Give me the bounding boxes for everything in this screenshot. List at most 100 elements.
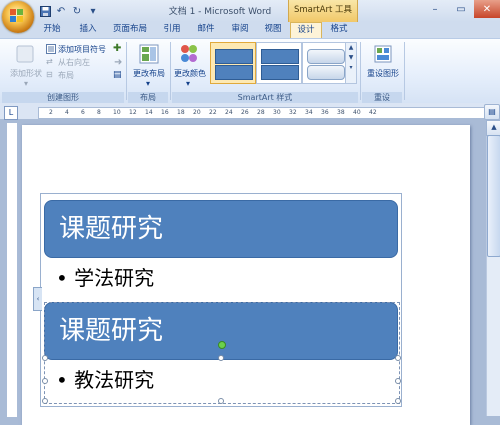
tab-references[interactable]: 引用 — [156, 22, 188, 38]
change-layout-button[interactable]: 更改布局 — [133, 68, 165, 79]
resize-handle[interactable] — [395, 378, 401, 384]
group-separator — [360, 42, 361, 100]
smartart-bullet-2[interactable]: • 教法研究 — [56, 364, 154, 393]
ruler-tick-label: 34 — [305, 109, 313, 116]
ruler-tick-label: 18 — [177, 109, 185, 116]
ruler-tick-label: 10 — [113, 109, 121, 116]
ruler-tick-label: 14 — [145, 109, 153, 116]
ruler-tick-label: 6 — [81, 109, 85, 116]
scroll-up-icon[interactable]: ▲ — [486, 120, 500, 136]
reset-graphic-button[interactable]: 重设图形 — [367, 68, 399, 79]
smartart-styles-group-label: SmartArt 样式 — [172, 92, 358, 103]
ruler-tick-label: 24 — [225, 109, 233, 116]
tab-review[interactable]: 审阅 — [224, 22, 256, 38]
style-bar — [307, 65, 345, 80]
smartart-bullet-1[interactable]: • 学法研究 — [56, 262, 154, 291]
ribbon: 添加形状 ▾ 添加项目符号 ⇄ 从右向左 ⊟ 布局 ✚ ➜ ▤ 创建图形 更改布… — [0, 38, 500, 104]
resize-handle[interactable] — [218, 355, 224, 361]
ruler-tick-label: 28 — [257, 109, 265, 116]
text-pane-icon[interactable]: ▤ — [113, 70, 122, 80]
tab-design[interactable]: 设计 — [290, 22, 322, 39]
smartart-bullet-2-text: 教法研究 — [74, 368, 155, 392]
style-bar — [261, 49, 299, 64]
resize-handle[interactable] — [42, 398, 48, 404]
office-logo-icon — [10, 9, 23, 22]
demote-icon[interactable]: ➜ — [114, 57, 122, 68]
tab-page-layout[interactable]: 页面布局 — [106, 22, 154, 38]
resize-handle[interactable] — [218, 398, 224, 404]
style-gallery-scrollbar[interactable]: ▲ ▼ ▾ — [345, 42, 357, 84]
layout-icon: ⊟ — [46, 70, 53, 79]
reset-graphic-icon — [374, 45, 392, 63]
resize-handle[interactable] — [395, 398, 401, 404]
ruler-tick-label: 12 — [129, 109, 137, 116]
right-to-left-button[interactable]: 从右向左 — [58, 57, 90, 68]
change-colors-dropdown-icon[interactable]: ▾ — [186, 79, 190, 88]
tab-home[interactable]: 开始 — [36, 22, 68, 38]
add-shape-icon — [16, 45, 34, 63]
tab-view[interactable]: 视图 — [258, 22, 288, 38]
ruler-tick-label: 38 — [337, 109, 345, 116]
promote-icon[interactable]: ✚ — [113, 43, 121, 54]
ribbon-tabs: 开始 插入 页面布局 引用 邮件 审阅 视图 设计 格式 — [0, 22, 500, 39]
style-bar — [215, 65, 253, 80]
ruler-tick-label: 40 — [353, 109, 361, 116]
ruler-tick-label: 42 — [369, 109, 377, 116]
style-bar — [215, 49, 253, 64]
resize-handle[interactable] — [42, 355, 48, 361]
context-tab-header: SmartArt 工具 — [288, 0, 358, 22]
change-layout-dropdown-icon[interactable]: ▾ — [146, 79, 150, 88]
vertical-ruler[interactable] — [6, 122, 18, 418]
gallery-up-icon[interactable]: ▲ — [346, 43, 356, 53]
resize-handle[interactable] — [42, 378, 48, 384]
style-thumbnail-3[interactable] — [302, 42, 348, 84]
view-ruler-icon[interactable]: ▤ — [484, 104, 500, 120]
ruler-tick-label: 20 — [193, 109, 201, 116]
resize-handle[interactable] — [395, 355, 401, 361]
scroll-thumb[interactable] — [487, 135, 500, 257]
style-bar — [307, 49, 345, 64]
ruler-tick-label: 22 — [209, 109, 217, 116]
add-shape-button[interactable]: 添加形状 — [10, 68, 42, 79]
ruler-tick-label: 36 — [321, 109, 329, 116]
save-icon[interactable] — [38, 4, 52, 18]
style-thumbnail-2[interactable] — [256, 42, 302, 84]
tab-format[interactable]: 格式 — [324, 22, 354, 38]
gallery-more-icon[interactable]: ▾ — [346, 63, 356, 73]
quick-access-toolbar: ↶ ↻ ▾ — [38, 4, 100, 20]
tab-selector-icon[interactable]: L — [4, 106, 18, 120]
reset-group-label: 重设 — [362, 92, 402, 103]
smartart-bullet-1-text: 学法研究 — [74, 266, 155, 290]
change-colors-button[interactable]: 更改颜色 — [174, 68, 206, 79]
group-separator — [404, 42, 405, 100]
horizontal-ruler[interactable]: 2 4 6 8 10 12 14 16 18 20 22 24 26 28 30 32 34 36 38 40 42 — [38, 107, 486, 119]
window-title: 文档 1 - Microsoft Word — [168, 7, 272, 17]
text-pane-toggle-icon[interactable]: ‹ — [33, 287, 42, 311]
redo-icon[interactable]: ↻ — [70, 4, 84, 18]
tab-mailings[interactable]: 邮件 — [190, 22, 222, 38]
change-layout-icon — [139, 44, 159, 64]
close-icon[interactable]: ✕ — [474, 0, 500, 18]
add-shape-dropdown-icon[interactable]: ▾ — [24, 79, 28, 88]
style-thumbnail-1[interactable] — [210, 42, 256, 84]
customize-icon[interactable]: ▾ — [86, 4, 100, 18]
tab-insert[interactable]: 插入 — [72, 22, 104, 38]
minimize-icon[interactable]: – — [422, 0, 448, 18]
maximize-icon[interactable]: ▭ — [448, 0, 474, 18]
ruler-tick-label: 16 — [161, 109, 169, 116]
ruler-tick-label: 2 — [49, 109, 53, 116]
bullet-list-icon — [46, 44, 56, 54]
style-bar — [261, 65, 299, 80]
group-separator — [126, 42, 127, 100]
undo-icon[interactable]: ↶ — [54, 4, 68, 18]
layout-button[interactable]: 布局 — [58, 70, 74, 81]
ruler-tick-label: 32 — [289, 109, 297, 116]
gallery-down-icon[interactable]: ▼ — [346, 53, 356, 63]
ruler-tick-label: 8 — [97, 109, 101, 116]
add-bullet-button[interactable]: 添加项目符号 — [58, 44, 106, 55]
group-separator — [170, 42, 171, 100]
ruler-tick-label: 4 — [65, 109, 69, 116]
rotate-handle[interactable] — [218, 341, 226, 349]
smartart-heading-1[interactable]: 课题研究 — [44, 200, 398, 258]
change-colors-icon — [181, 45, 197, 62]
